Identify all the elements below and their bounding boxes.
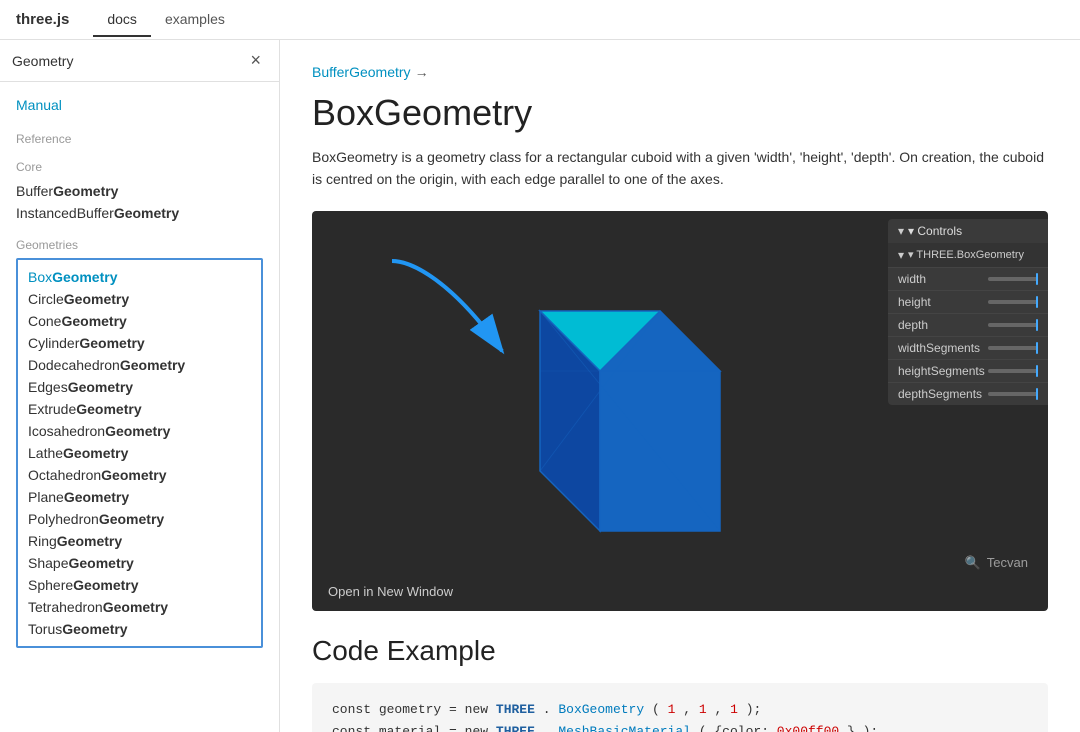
controls-section-label: ▾ THREE.BoxGeometry xyxy=(908,248,1024,261)
controls-row-depth: depth xyxy=(888,313,1048,336)
open-new-window-link[interactable]: Open in New Window xyxy=(328,584,453,599)
sidebar: × Manual Reference Core BufferGeometry I… xyxy=(0,40,280,732)
sidebar-item-octahedrongeometry[interactable]: OctahedronGeometry xyxy=(28,464,251,486)
sidebar-item-conegeometry[interactable]: ConeGeometry xyxy=(28,310,251,332)
controls-row-depthsegments: depthSegments xyxy=(888,382,1048,405)
sidebar-item-edgesgeometry[interactable]: EdgesGeometry xyxy=(28,376,251,398)
code-line-2: const material = new THREE . MeshBasicMa… xyxy=(332,721,1028,732)
controls-heightsegments-slider[interactable] xyxy=(988,369,1038,373)
code-line-1: const geometry = new THREE . BoxGeometry… xyxy=(332,699,1028,721)
sidebar-item-polyhedrongeometry[interactable]: PolyhedronGeometry xyxy=(28,508,251,530)
breadcrumb: BufferGeometry → xyxy=(312,64,1048,80)
code-block: const geometry = new THREE . BoxGeometry… xyxy=(312,683,1048,732)
sidebar-item-tetrahedrongeometry[interactable]: TetrahedronGeometry xyxy=(28,596,251,618)
controls-width-label: width xyxy=(898,272,926,286)
controls-height-slider[interactable] xyxy=(988,300,1038,304)
top-nav: three.js docs examples xyxy=(0,0,1080,40)
watermark-text: Tecvan xyxy=(987,555,1028,570)
sidebar-core-label: Core xyxy=(16,160,263,174)
sidebar-item-cylindergeometry[interactable]: CylinderGeometry xyxy=(28,332,251,354)
controls-row-width: width xyxy=(888,267,1048,290)
viewer-footer: Open in New Window xyxy=(328,584,453,599)
controls-depthsegments-label: depthSegments xyxy=(898,387,982,401)
nav-tab-examples[interactable]: examples xyxy=(151,3,239,37)
breadcrumb-separator: → xyxy=(415,64,429,80)
sidebar-item-extrudegeometry[interactable]: ExtrudeGeometry xyxy=(28,398,251,420)
sidebar-content: Manual Reference Core BufferGeometry Ins… xyxy=(0,82,279,732)
controls-height-label: height xyxy=(898,295,931,309)
sidebar-item-circlegeometry[interactable]: CircleGeometry xyxy=(28,288,251,310)
controls-panel: ▾ ▾ Controls ▾ ▾ THREE.BoxGeometry width… xyxy=(888,219,1048,405)
sidebar-reference-label: Reference xyxy=(16,132,263,146)
controls-widthsegments-label: widthSegments xyxy=(898,341,980,355)
sidebar-item-buffergeometry[interactable]: BufferGeometry xyxy=(16,180,263,202)
sidebar-item-manual[interactable]: Manual xyxy=(16,94,263,116)
controls-widthsegments-slider[interactable] xyxy=(988,346,1038,350)
sidebar-item-planegeometry[interactable]: PlaneGeometry xyxy=(28,486,251,508)
controls-toggle-icon: ▾ xyxy=(898,224,904,238)
sidebar-search-bar: × xyxy=(0,40,279,82)
geometries-list-box: BoxGeometry CircleGeometry ConeGeometry … xyxy=(16,258,263,648)
sidebar-geometries-label: Geometries xyxy=(16,238,263,252)
controls-section-header[interactable]: ▾ ▾ THREE.BoxGeometry xyxy=(888,243,1048,267)
sidebar-item-instancedbuffergeometry[interactable]: InstancedBufferGeometry xyxy=(16,202,263,224)
controls-width-slider[interactable] xyxy=(988,277,1038,281)
controls-header[interactable]: ▾ ▾ Controls xyxy=(888,219,1048,243)
sidebar-item-ringgeometry[interactable]: RingGeometry xyxy=(28,530,251,552)
sidebar-item-boxgeometry[interactable]: BoxGeometry xyxy=(28,266,251,288)
close-button[interactable]: × xyxy=(244,48,267,73)
sidebar-item-lathegeometry[interactable]: LatheGeometry xyxy=(28,442,251,464)
controls-heightsegments-label: heightSegments xyxy=(898,364,985,378)
sidebar-item-spheregeometry[interactable]: SphereGeometry xyxy=(28,574,251,596)
controls-depth-slider[interactable] xyxy=(988,323,1038,327)
sidebar-item-torusgeometry[interactable]: TorusGeometry xyxy=(28,618,251,640)
controls-depthsegments-slider[interactable] xyxy=(988,392,1038,396)
breadcrumb-link[interactable]: BufferGeometry xyxy=(312,64,411,80)
controls-section-icon: ▾ xyxy=(898,248,904,262)
page-description: BoxGeometry is a geometry class for a re… xyxy=(312,146,1048,191)
nav-tab-docs[interactable]: docs xyxy=(93,3,151,37)
site-logo: three.js xyxy=(16,11,69,28)
watermark-icon: 🔍 xyxy=(965,555,981,571)
sidebar-item-dodecahedrongeometry[interactable]: DodecahedronGeometry xyxy=(28,354,251,376)
cube-svg xyxy=(420,231,780,591)
search-input[interactable] xyxy=(12,53,244,69)
main-layout: × Manual Reference Core BufferGeometry I… xyxy=(0,40,1080,732)
controls-row-height: height xyxy=(888,290,1048,313)
controls-row-heightsegments: heightSegments xyxy=(888,359,1048,382)
code-section-title: Code Example xyxy=(312,635,1048,667)
watermark: 🔍 Tecvan xyxy=(965,555,1028,571)
controls-row-widthsegments: widthSegments xyxy=(888,336,1048,359)
controls-label: ▾ Controls xyxy=(908,224,962,238)
sidebar-item-icosahedrongeometry[interactable]: IcosahedronGeometry xyxy=(28,420,251,442)
cube-viewport xyxy=(312,211,888,611)
content-area: BufferGeometry → BoxGeometry BoxGeometry… xyxy=(280,40,1080,732)
controls-depth-label: depth xyxy=(898,318,928,332)
sidebar-item-shapegeometry[interactable]: ShapeGeometry xyxy=(28,552,251,574)
page-title: BoxGeometry xyxy=(312,92,1048,134)
viewer-container: ▾ ▾ Controls ▾ ▾ THREE.BoxGeometry width… xyxy=(312,211,1048,611)
